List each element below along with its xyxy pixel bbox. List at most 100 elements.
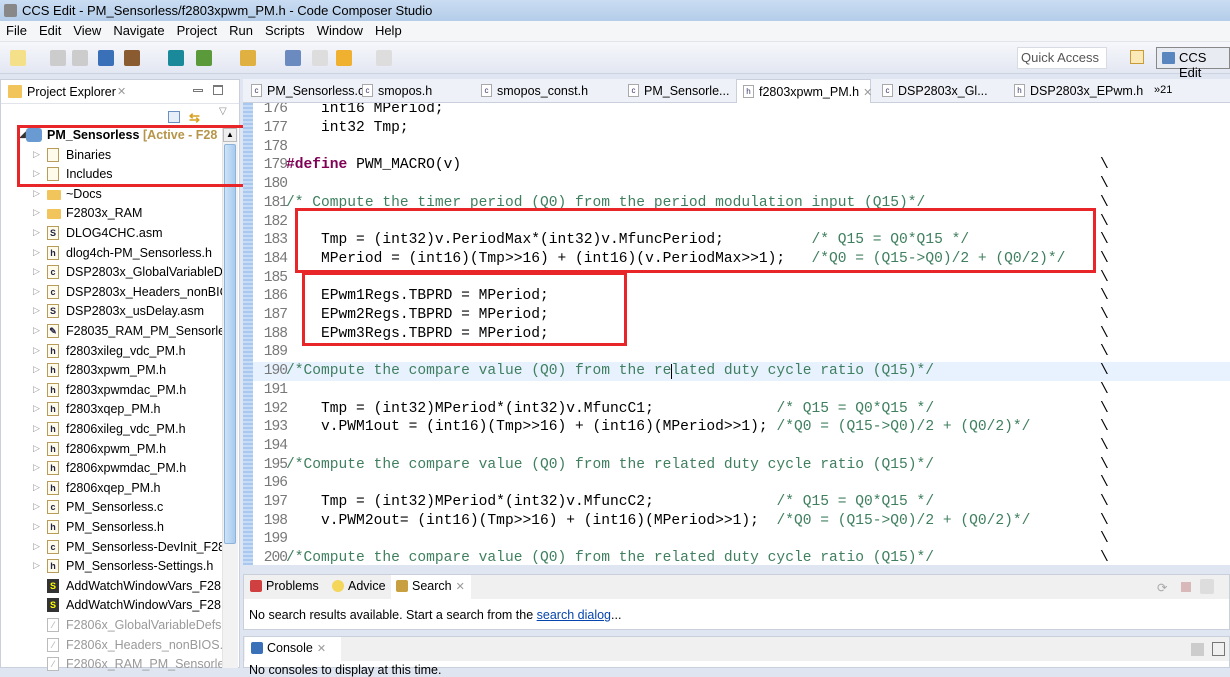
more-tabs-button[interactable]: »21 (1148, 79, 1172, 103)
tree-item[interactable]: ▷ h PM_Sensorless-Settings.h (1, 557, 223, 577)
tree-item[interactable]: ▷ ✎ F28035_RAM_PM_Sensorles (1, 322, 223, 342)
terminal-icon[interactable] (98, 50, 114, 66)
collapsed-arrow-icon[interactable]: ▷ (33, 462, 40, 473)
collapsed-arrow-icon[interactable]: ▷ (33, 364, 40, 375)
tree-item[interactable]: ⁄ F2806x_GlobalVariableDefs (1, 616, 223, 636)
stop-icon[interactable] (1181, 582, 1191, 592)
tree-item[interactable]: ▷ h f2803xpwm_PM.h (1, 361, 223, 381)
collapsed-arrow-icon[interactable]: ▷ (33, 560, 40, 571)
tree-item[interactable]: S AddWatchWindowVars_F28 (1, 577, 223, 597)
tab-search[interactable]: Search ✕ (394, 579, 465, 593)
menu-view[interactable]: View (67, 21, 107, 38)
collapse-all-icon[interactable] (168, 111, 180, 123)
collapsed-arrow-icon[interactable]: ▷ (33, 384, 40, 395)
new-icon[interactable] (10, 50, 26, 66)
tree-item[interactable]: ▷ h f2806xqep_PM.h (1, 479, 223, 499)
collapsed-arrow-icon[interactable]: ▷ (33, 266, 40, 277)
close-icon[interactable]: ✕ (456, 581, 465, 593)
tab-problems[interactable]: Problems (248, 579, 319, 593)
perspective-ccs-edit-button[interactable]: CCS Edit (1156, 47, 1230, 80)
flash-icon[interactable] (240, 50, 256, 66)
scrollbar-thumb[interactable] (224, 144, 236, 544)
back-disabled-icon[interactable] (312, 50, 328, 66)
tree-item[interactable]: ⁄ F2806x_RAM_PM_Sensorles (1, 655, 223, 675)
tab-search-active[interactable]: Search ✕ (391, 575, 471, 600)
collapsed-arrow-icon[interactable]: ▷ (33, 227, 40, 238)
tree-item[interactable]: ⁄ F2806x_Headers_nonBIOS.c (1, 636, 223, 656)
collapsed-arrow-icon[interactable]: ▷ (33, 247, 40, 258)
collapsed-arrow-icon[interactable]: ▷ (33, 501, 40, 512)
forward-arrow-icon[interactable] (376, 50, 392, 66)
collapsed-arrow-icon[interactable]: ▷ (33, 325, 40, 336)
menu-edit[interactable]: Edit (33, 21, 67, 38)
link-with-editor-icon[interactable]: ⇆ (189, 110, 200, 126)
editor-tab[interactable]: c PM_Sensorless.c (245, 79, 364, 103)
editor-tab[interactable]: h DSP2803x_EPwm.h (1008, 79, 1143, 103)
editor-tab[interactable]: c smopos_const.h (475, 79, 588, 103)
project-explorer-tab[interactable]: Project Explorer ✕ (1, 80, 239, 104)
collapsed-arrow-icon[interactable]: ▷ (33, 482, 40, 493)
tree-item[interactable]: ▷ h f2803xileg_vdc_PM.h (1, 342, 223, 362)
tree-item[interactable]: ▷ h f2806xileg_vdc_PM.h (1, 420, 223, 440)
view-menu-icon[interactable]: ▽ (219, 106, 227, 117)
debug-bug-icon[interactable] (196, 50, 212, 66)
menu-help[interactable]: Help (369, 21, 408, 38)
save-icon[interactable] (50, 50, 66, 66)
minimize-icon[interactable] (193, 89, 203, 92)
tree-item[interactable]: ▷ S DLOG4CHC.asm (1, 224, 223, 244)
close-icon[interactable]: ✕ (317, 643, 326, 655)
menu-window[interactable]: Window (311, 21, 369, 38)
tree-item[interactable]: ▷ h f2806xpwmdac_PM.h (1, 459, 223, 479)
refresh-icon[interactable]: ⟳ (1157, 580, 1167, 595)
maximize-icon[interactable] (213, 85, 223, 95)
menu-navigate[interactable]: Navigate (107, 21, 170, 38)
build-hammer-icon[interactable] (124, 50, 140, 66)
pin-icon[interactable] (1200, 579, 1214, 594)
tree-item[interactable]: ▷ c DSP2803x_Headers_nonBIC (1, 283, 223, 303)
tree-item[interactable]: ▷ h f2803xpwmdac_PM.h (1, 381, 223, 401)
pin-console-icon[interactable] (1191, 643, 1204, 656)
collapsed-arrow-icon[interactable]: ▷ (33, 286, 40, 297)
tab-console[interactable]: Console ✕ (245, 637, 341, 662)
menu-file[interactable]: File (0, 21, 33, 38)
back-arrow-icon[interactable] (336, 50, 352, 66)
tree-item[interactable]: ▷ S DSP2803x_usDelay.asm (1, 302, 223, 322)
collapsed-arrow-icon[interactable]: ▷ (33, 188, 40, 199)
tree-item[interactable]: ▷ h f2806xpwm_PM.h (1, 440, 223, 460)
page-icon[interactable] (285, 50, 301, 66)
collapsed-arrow-icon[interactable]: ▷ (33, 305, 40, 316)
search-dialog-link[interactable]: search dialog (537, 608, 611, 622)
editor-tab[interactable]: c smopos.h (356, 79, 432, 103)
search-icon[interactable] (168, 50, 184, 66)
collapsed-arrow-icon[interactable]: ▷ (33, 423, 40, 434)
collapsed-arrow-icon[interactable]: ▷ (33, 207, 40, 218)
line-number: 180 (263, 176, 288, 193)
tree-item[interactable]: ▷ h PM_Sensorless.h (1, 518, 223, 538)
menu-project[interactable]: Project (171, 21, 223, 38)
close-icon[interactable]: ✕ (863, 87, 872, 99)
collapsed-arrow-icon[interactable]: ▷ (33, 521, 40, 532)
collapsed-arrow-icon[interactable]: ▷ (33, 443, 40, 454)
editor-tab[interactable]: h f2803xpwm_PM.h ✕ (736, 79, 872, 104)
save-all-icon[interactable] (72, 50, 88, 66)
tree-item[interactable]: ▷ c DSP2803x_GlobalVariableD (1, 263, 223, 283)
tree-item[interactable]: ▷ c PM_Sensorless-DevInit_F28 (1, 538, 223, 558)
menu-scripts[interactable]: Scripts (259, 21, 311, 38)
collapsed-arrow-icon[interactable]: ▷ (33, 403, 40, 414)
tree-item[interactable]: S AddWatchWindowVars_F28 (1, 596, 223, 616)
tree-item[interactable]: ▷ ~Docs (1, 185, 223, 205)
collapsed-arrow-icon[interactable]: ▷ (33, 541, 40, 552)
editor-tab[interactable]: c DSP2803x_Gl... (876, 79, 988, 103)
display-console-icon[interactable] (1212, 642, 1225, 656)
tree-item[interactable]: ▷ h dlog4ch-PM_Sensorless.h (1, 244, 223, 264)
tree-item[interactable]: ▷ c PM_Sensorless.c (1, 498, 223, 518)
tree-item[interactable]: ▷ h f2803xqep_PM.h (1, 400, 223, 420)
tab-advice[interactable]: Advice (330, 579, 386, 593)
quick-access-input[interactable]: Quick Access (1017, 47, 1107, 69)
editor-tab[interactable]: c PM_Sensorle... (622, 79, 729, 103)
tree-item[interactable]: ▷ F2803x_RAM (1, 204, 223, 224)
close-icon[interactable]: ✕ (117, 85, 126, 98)
open-perspective-icon[interactable] (1130, 50, 1144, 64)
collapsed-arrow-icon[interactable]: ▷ (33, 345, 40, 356)
menu-run[interactable]: Run (223, 21, 259, 38)
